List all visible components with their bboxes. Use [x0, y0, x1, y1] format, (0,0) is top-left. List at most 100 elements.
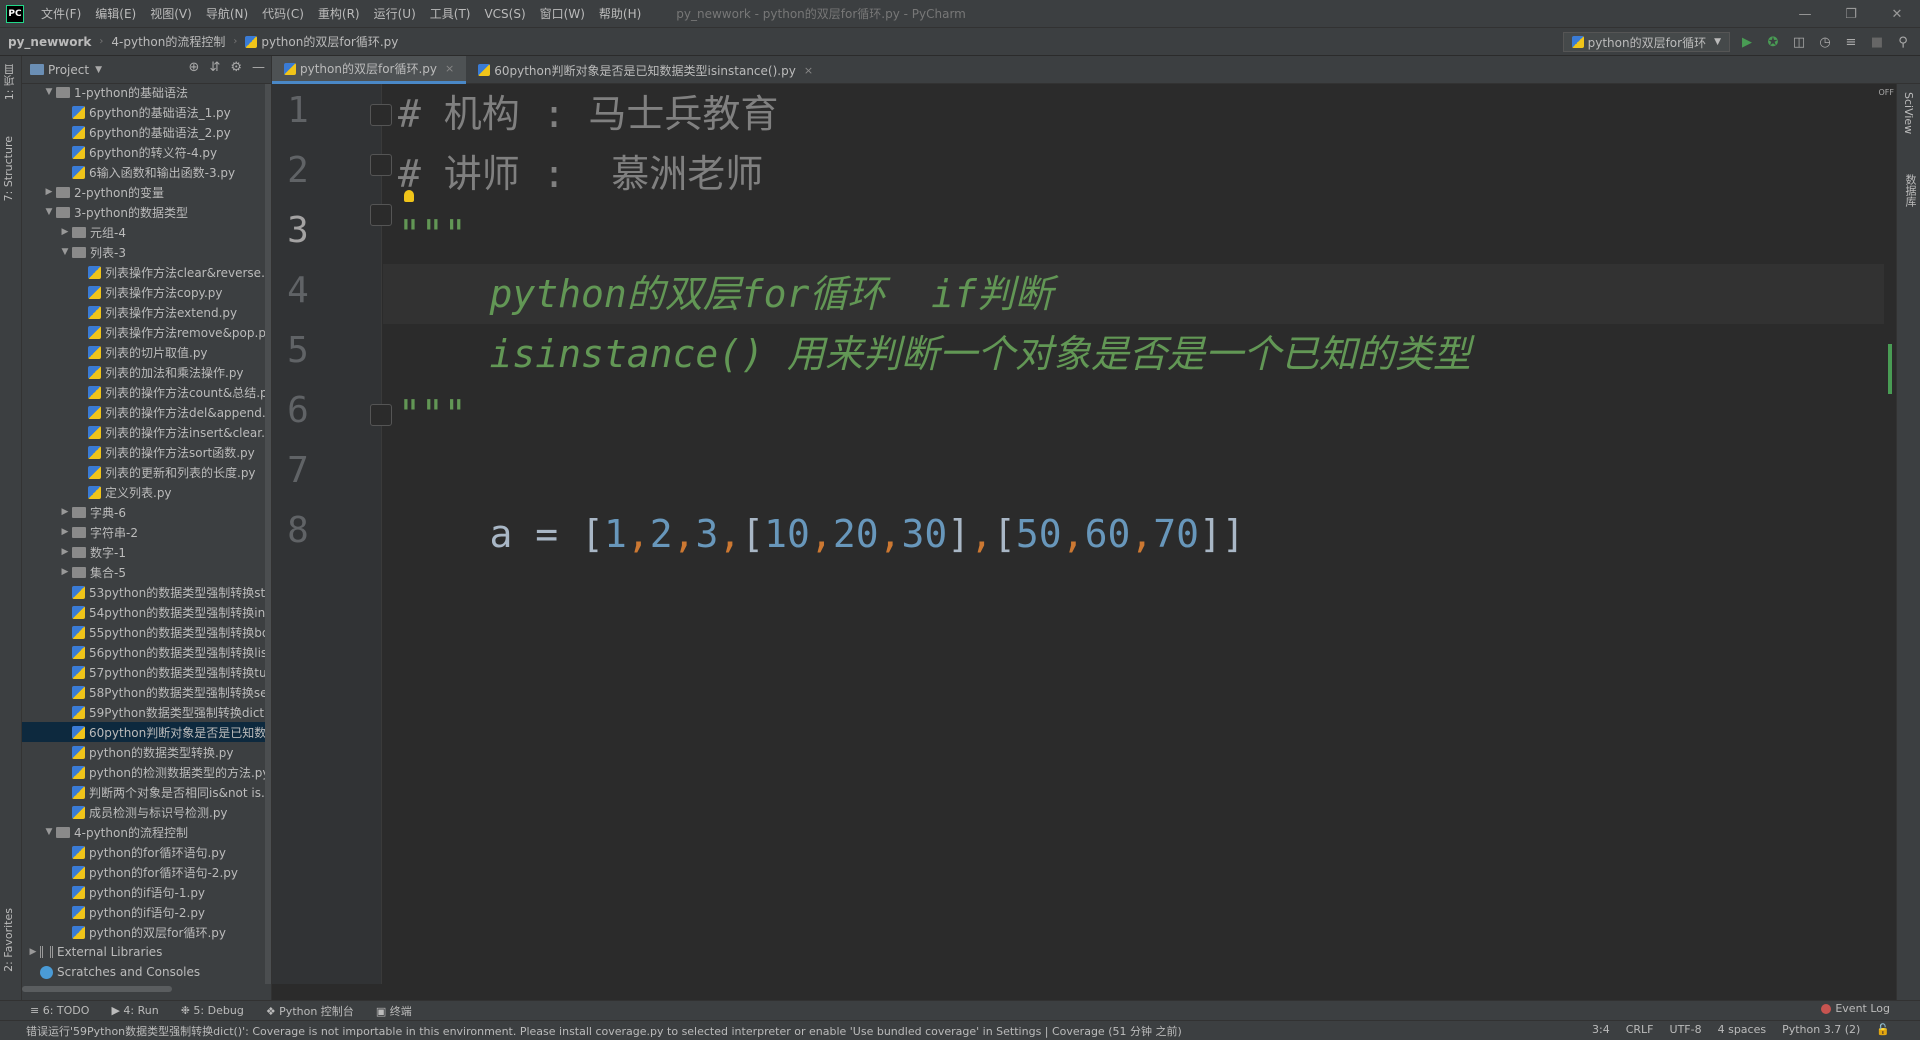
tree-item[interactable]: 6python的转义符-4.py: [22, 142, 271, 162]
tree-item[interactable]: 列表的操作方法insert&clear.py: [22, 422, 271, 442]
debug-tool-button[interactable]: ❉ 5: Debug: [181, 1004, 244, 1017]
code-editor[interactable]: 12345678 # 机构 : 马士兵教育 # 讲师 : 慕洲老师 """ py…: [272, 84, 1896, 1000]
tree-item[interactable]: python的for循环语句.py: [22, 842, 271, 862]
project-panel-title[interactable]: Project: [48, 63, 89, 77]
search-icon[interactable]: ⚲: [1894, 32, 1912, 52]
tree-item[interactable]: 列表操作方法extend.py: [22, 302, 271, 322]
debug-icon[interactable]: ✪: [1764, 32, 1782, 52]
database-tool-tab[interactable]: 数据库: [1902, 174, 1918, 207]
expanded-arrow-icon[interactable]: ▼: [42, 87, 56, 97]
favorites-tool-tab[interactable]: 2: Favorites: [2, 908, 15, 972]
tree-item[interactable]: ▶ 字符串-2: [22, 522, 271, 542]
tree-item[interactable]: python的数据类型转换.py: [22, 742, 271, 762]
collapsed-arrow-icon[interactable]: ▶: [58, 527, 72, 537]
menu-item[interactable]: VCS(S): [477, 0, 532, 28]
close-icon[interactable]: ✕: [1874, 0, 1920, 28]
close-tab-icon[interactable]: ×: [445, 62, 454, 75]
tree-item[interactable]: python的双层for循环.py: [22, 922, 271, 942]
sciview-tool-tab[interactable]: SciView: [1902, 92, 1915, 134]
tree-item[interactable]: ▶ 元组-4: [22, 222, 271, 242]
chevron-down-icon[interactable]: ▼: [95, 65, 102, 75]
fold-marker-icon[interactable]: [370, 404, 392, 426]
tree-item[interactable]: ▶ 2-python的变量: [22, 182, 271, 202]
python-interpreter[interactable]: Python 3.7 (2): [1782, 1023, 1860, 1036]
inspection-status-icon[interactable]: OFF: [1879, 88, 1895, 97]
project-tree-horizontal-scrollbar[interactable]: [22, 986, 172, 992]
tree-item[interactable]: 列表的切片取值.py: [22, 342, 271, 362]
collapsed-arrow-icon[interactable]: ▶: [42, 187, 56, 197]
menu-item[interactable]: 重构(R): [311, 0, 367, 28]
collapsed-arrow-icon[interactable]: ▶: [58, 227, 72, 237]
run-config-dropdown[interactable]: python的双层for循环 ▼: [1562, 32, 1730, 52]
menu-item[interactable]: 窗口(W): [533, 0, 592, 28]
stop-icon[interactable]: ■: [1868, 32, 1886, 52]
fold-marker-icon[interactable]: [370, 204, 392, 226]
tree-item[interactable]: ▼ 1-python的基础语法: [22, 82, 271, 102]
tree-item[interactable]: Scratches and Consoles: [22, 962, 271, 982]
close-tab-icon[interactable]: ×: [804, 64, 813, 77]
tree-item[interactable]: 列表的更新和列表的长度.py: [22, 462, 271, 482]
tree-item[interactable]: ▼ 列表-3: [22, 242, 271, 262]
hide-icon[interactable]: —: [252, 60, 265, 75]
file-encoding[interactable]: UTF-8: [1670, 1023, 1702, 1036]
tree-item[interactable]: python的if语句-2.py: [22, 902, 271, 922]
minimize-icon[interactable]: —: [1782, 0, 1828, 28]
caret-position[interactable]: 3:4: [1592, 1023, 1610, 1036]
tree-item[interactable]: 列表的操作方法del&append.py: [22, 402, 271, 422]
todo-tool-button[interactable]: ≡ 6: TODO: [30, 1004, 89, 1017]
tree-item[interactable]: python的检测数据类型的方法.py: [22, 762, 271, 782]
menu-item[interactable]: 工具(T): [423, 0, 478, 28]
tree-item[interactable]: python的for循环语句-2.py: [22, 862, 271, 882]
tree-item[interactable]: python的if语句-1.py: [22, 882, 271, 902]
tree-item[interactable]: 6输入函数和输出函数-3.py: [22, 162, 271, 182]
editor-tab[interactable]: python的双层for循环.py ×: [272, 56, 467, 84]
breadcrumb-project[interactable]: py_newwork: [0, 35, 99, 49]
tree-item[interactable]: 列表的加法和乘法操作.py: [22, 362, 271, 382]
breadcrumb-file[interactable]: python的双层for循环.py: [237, 33, 406, 50]
fold-marker-icon[interactable]: [370, 154, 392, 176]
menu-item[interactable]: 视图(V): [143, 0, 199, 28]
tree-item[interactable]: 59Python数据类型强制转换dict(): [22, 702, 271, 722]
terminal-button[interactable]: ▣ 终端: [376, 1003, 412, 1019]
run-tool-button[interactable]: ▶ 4: Run: [111, 1004, 158, 1017]
collapsed-arrow-icon[interactable]: ▶: [58, 547, 72, 557]
tree-item[interactable]: ▶ External Libraries: [22, 942, 271, 962]
tree-item[interactable]: 55python的数据类型强制转换bool: [22, 622, 271, 642]
project-tree-vertical-scrollbar[interactable]: [265, 84, 271, 984]
status-message[interactable]: 错误运行'59Python数据类型强制转换dict()': Coverage i…: [0, 1023, 1560, 1039]
menu-item[interactable]: 运行(U): [367, 0, 423, 28]
tree-item[interactable]: ▼ 3-python的数据类型: [22, 202, 271, 222]
build-icon[interactable]: ≡: [1842, 32, 1860, 52]
expanded-arrow-icon[interactable]: ▼: [42, 207, 56, 217]
tree-item[interactable]: 列表操作方法clear&reverse.py: [22, 262, 271, 282]
tree-item[interactable]: 列表操作方法remove&pop.py: [22, 322, 271, 342]
tree-item[interactable]: ▼ 4-python的流程控制: [22, 822, 271, 842]
run-icon[interactable]: ▶: [1738, 32, 1756, 52]
tree-item[interactable]: 判断两个对象是否相同is&not is.py: [22, 782, 271, 802]
tree-item[interactable]: 列表操作方法copy.py: [22, 282, 271, 302]
tree-item[interactable]: 定义列表.py: [22, 482, 271, 502]
tree-item[interactable]: ▶ 集合-5: [22, 562, 271, 582]
collapsed-arrow-icon[interactable]: ▶: [26, 947, 40, 957]
menu-item[interactable]: 帮助(H): [592, 0, 648, 28]
tree-item[interactable]: 成员检测与标识号检测.py: [22, 802, 271, 822]
collapsed-arrow-icon[interactable]: ▶: [58, 507, 72, 517]
editor-tab[interactable]: 60python判断对象是否是已知数据类型isinstance().py ×: [466, 56, 825, 84]
profile-icon[interactable]: ◷: [1816, 32, 1834, 52]
gear-icon[interactable]: ⚙: [230, 60, 242, 75]
tree-item[interactable]: 53python的数据类型强制转换str: [22, 582, 271, 602]
tree-item[interactable]: ▶ 数字-1: [22, 542, 271, 562]
line-separator[interactable]: CRLF: [1626, 1023, 1654, 1036]
event-log-button[interactable]: Event Log: [1821, 1002, 1890, 1015]
indent-setting[interactable]: 4 spaces: [1718, 1023, 1767, 1036]
tree-item[interactable]: 6python的基础语法_2.py: [22, 122, 271, 142]
expanded-arrow-icon[interactable]: ▼: [42, 827, 56, 837]
fold-marker-icon[interactable]: [370, 104, 392, 126]
lock-icon[interactable]: 🔓: [1876, 1023, 1890, 1036]
coverage-icon[interactable]: ◫: [1790, 32, 1808, 52]
expanded-arrow-icon[interactable]: ▼: [58, 247, 72, 257]
breadcrumb-folder[interactable]: 4-python的流程控制: [103, 33, 233, 50]
tree-item[interactable]: 56python的数据类型强制转换list: [22, 642, 271, 662]
tree-item[interactable]: 54python的数据类型强制转换int: [22, 602, 271, 622]
collapse-all-icon[interactable]: ⇵: [209, 60, 220, 75]
